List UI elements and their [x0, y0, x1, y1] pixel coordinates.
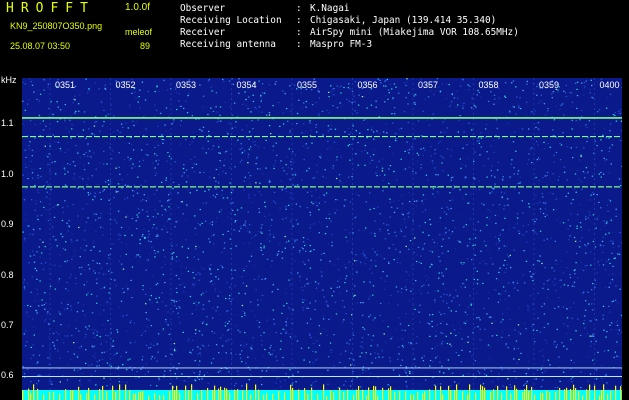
y-tick-label: 1.1 [1, 118, 14, 128]
x-tick-label: 0355 [297, 80, 318, 90]
location-row: Receiving Location: Chigasaki, Japan (139… [180, 15, 496, 26]
app-title: HROFFT [6, 1, 95, 16]
y-tick-label: 0.7 [1, 320, 14, 330]
location-label: Receiving Location [180, 15, 282, 26]
spectrogram-canvas [22, 78, 622, 400]
separator: : [296, 15, 302, 26]
y-axis-unit: kHz [1, 75, 17, 85]
noise-speckle [22, 78, 622, 389]
y-tick-label: 0.6 [1, 370, 14, 380]
file-name: KN9_250807O350.png [10, 21, 103, 31]
x-tick-label: 0354 [236, 80, 257, 90]
time-grid [49, 78, 595, 400]
x-tick-label: 0357 [418, 80, 439, 90]
x-tick-label: 0356 [357, 80, 378, 90]
antenna-label: Receiving antenna [180, 39, 276, 50]
file-meta: meleof [125, 27, 153, 37]
header-panel: HROFFT 1.0.0f KN9_250807O350.png meleof … [0, 0, 629, 76]
observer-value: K.Nagai [310, 3, 350, 14]
observer-label: Observer [180, 3, 226, 14]
antenna-row: Receiving antenna: Maspro FM-3 [180, 39, 372, 50]
x-tick-label: 0352 [115, 80, 136, 90]
x-tick-label: 0400 [599, 80, 620, 90]
file-count: 89 [140, 41, 151, 51]
x-tick-label: 0358 [478, 80, 499, 90]
separator: : [296, 27, 302, 38]
x-tick-label: 0359 [539, 80, 560, 90]
separator: : [296, 3, 302, 14]
x-tick-label: 0351 [55, 80, 76, 90]
app-version: 1.0.0f [125, 2, 151, 13]
receiver-label: Receiver [180, 27, 226, 38]
y-tick-label: 0.8 [1, 270, 14, 280]
location-value: Chigasaki, Japan (139.414 35.340) [310, 15, 497, 26]
separator: : [296, 39, 302, 50]
date-time: 25.08.07 03:50 [10, 41, 71, 51]
y-tick-label: 0.9 [1, 219, 14, 229]
y-tick-label: 1.0 [1, 169, 14, 179]
antenna-value: Maspro FM-3 [310, 39, 373, 50]
x-tick-label: 0353 [176, 80, 197, 90]
observer-row: Observer: K.Nagai [180, 3, 350, 14]
receiver-value: AirSpy mini (Miakejima VOR 108.65MHz) [310, 27, 519, 38]
spectrogram-plot [22, 78, 622, 400]
receiver-row: Receiver: AirSpy mini (Miakejima VOR 108.… [180, 27, 519, 38]
